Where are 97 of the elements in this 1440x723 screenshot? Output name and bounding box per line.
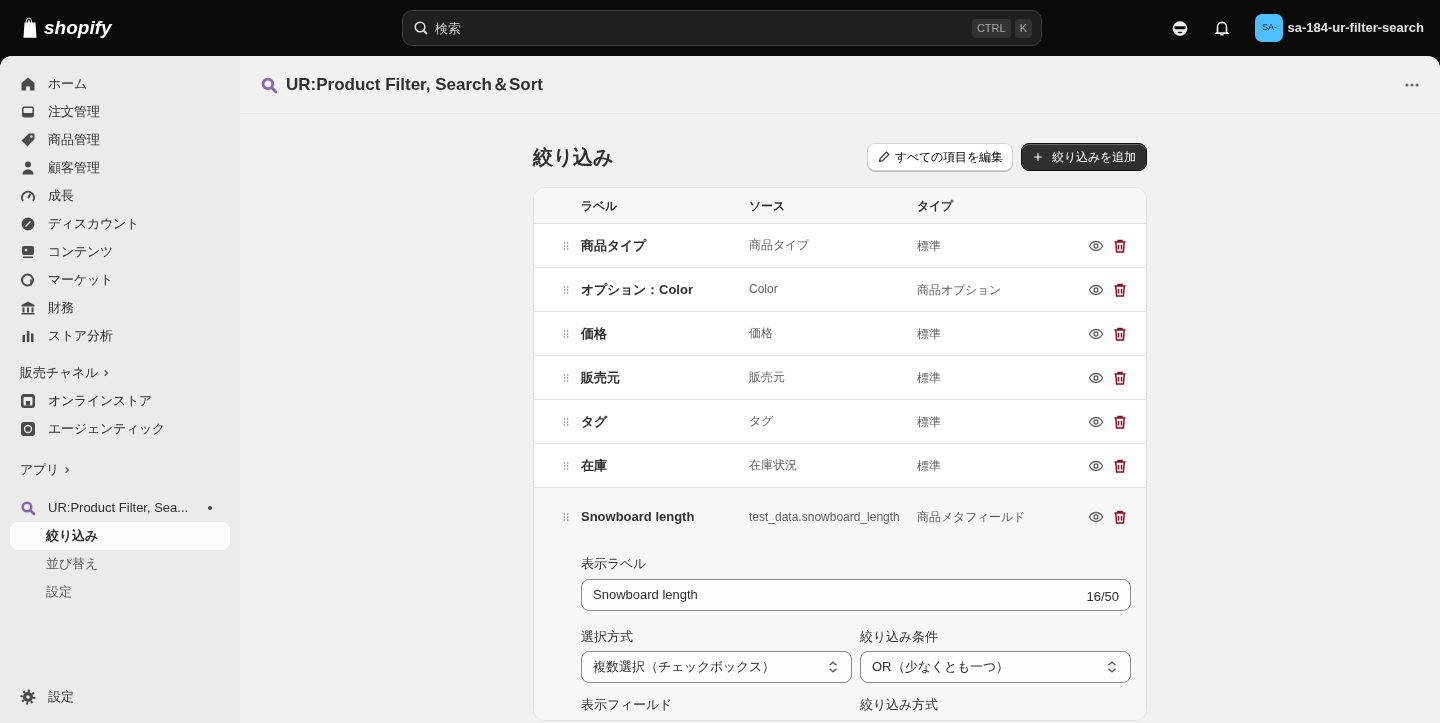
- delete-button[interactable]: [1112, 281, 1128, 298]
- nav-item[interactable]: 成長: [48, 186, 74, 206]
- tag-icon: [20, 132, 36, 148]
- trash-icon: [1112, 509, 1128, 525]
- filter-label: オプション：Color: [581, 281, 693, 297]
- filter-source: 商品タイプ: [749, 237, 811, 254]
- nav-item[interactable]: ホーム: [48, 74, 87, 94]
- add-filter-button[interactable]: 絞り込みを追加: [1021, 143, 1147, 171]
- nav-item[interactable]: エージェンティック: [48, 419, 165, 439]
- field-label: 表示フィールド: [581, 696, 673, 714]
- plus-icon: [1032, 151, 1044, 163]
- delete-button[interactable]: [1112, 237, 1128, 254]
- bank-icon: [20, 300, 36, 316]
- field-label: 絞り込み条件: [860, 627, 939, 646]
- up-down-caret-icon: [826, 660, 840, 674]
- filter-type: 標準: [917, 414, 941, 429]
- section-heading[interactable]: アプリ: [20, 460, 59, 480]
- nav-item[interactable]: 注文管理: [48, 102, 100, 122]
- search-icon: [413, 20, 429, 36]
- filter-label: 価格: [581, 325, 607, 341]
- delete-button[interactable]: [1112, 457, 1128, 474]
- filter-label: 在庫: [581, 457, 607, 473]
- trash-icon: [1112, 457, 1128, 474]
- bar-chart-icon: [20, 328, 36, 344]
- chevron-right-icon: [63, 465, 71, 475]
- delete-button[interactable]: [1112, 413, 1128, 430]
- subnav-item[interactable]: 並び替え: [10, 550, 230, 578]
- subnav-item[interactable]: 絞り込み: [10, 522, 230, 550]
- subnav-item[interactable]: 設定: [10, 578, 230, 606]
- filter-source: 価格: [749, 325, 774, 342]
- filter-type: 商品メタフィールド: [917, 510, 1025, 525]
- home-icon: [20, 76, 36, 92]
- filter-type: 商品オプション: [917, 282, 1001, 297]
- app-icon: [20, 500, 36, 516]
- field-label: 表示ラベル: [581, 555, 647, 573]
- filter-source: Color: [749, 281, 779, 298]
- shopify-wordmark[interactable]: shopify: [44, 13, 112, 43]
- nav-item[interactable]: マーケット: [48, 270, 113, 290]
- nav-item[interactable]: 商品管理: [48, 130, 100, 150]
- delete-button[interactable]: [1112, 509, 1128, 525]
- person-icon: [20, 160, 36, 176]
- app-title: UR:Product Filter, Search＆Sort: [286, 73, 543, 96]
- nav-item[interactable]: オンラインストア: [48, 391, 152, 411]
- chevron-right-icon: [102, 368, 110, 378]
- nav-item[interactable]: ディスカウント: [48, 214, 139, 234]
- trash-icon: [1112, 369, 1128, 386]
- filter-source: タグ: [749, 413, 774, 430]
- nav-item[interactable]: コンテンツ: [48, 242, 113, 262]
- nav-item[interactable]: 顧客管理: [48, 158, 100, 178]
- trash-icon: [1112, 325, 1128, 342]
- pencil-icon: [877, 150, 891, 164]
- nav-item[interactable]: 設定: [48, 687, 74, 707]
- filter-label: Snowboard length: [581, 509, 695, 525]
- filter-source: 在庫状況: [749, 457, 798, 474]
- filter-type: 標準: [917, 326, 941, 341]
- filter-label: 販売元: [581, 369, 620, 385]
- field-label: 選択方式: [581, 627, 634, 646]
- filter-type: 標準: [917, 370, 941, 385]
- inbox-icon: [20, 104, 36, 120]
- app-logo-icon: [260, 75, 278, 94]
- bell-icon: [1213, 19, 1232, 37]
- shopping-bag-icon: [20, 16, 40, 40]
- keyboard-key: CTRL: [971, 19, 1011, 38]
- column-header: ラベル: [581, 198, 617, 213]
- select-field[interactable]: 複数選択（チェックボックス）: [581, 651, 852, 683]
- filter-source: 販売元: [749, 369, 786, 386]
- monitor-icon: [20, 244, 36, 260]
- character-counter: 16/50: [1086, 587, 1119, 606]
- delete-button[interactable]: [1112, 369, 1128, 386]
- trash-icon: [1112, 281, 1128, 298]
- nav-item[interactable]: 財務: [48, 298, 74, 318]
- store-name[interactable]: sa-184-ur-filter-search: [1287, 18, 1424, 38]
- eye-icon: [1088, 509, 1104, 525]
- delete-button[interactable]: [1112, 325, 1128, 342]
- column-header: ソース: [749, 198, 785, 213]
- nav-item[interactable]: ストア分析: [48, 326, 113, 346]
- field-label: 絞り込み方式: [860, 696, 939, 714]
- page-heading: 絞り込み: [533, 145, 613, 170]
- store-avatar[interactable]: SA-: [1255, 14, 1284, 42]
- gauge-icon: [20, 188, 36, 204]
- column-header: タイプ: [917, 198, 953, 213]
- app-name[interactable]: UR:Product Filter, Sea...: [48, 498, 196, 518]
- filter-source: test_data.snowboard_length: [749, 508, 901, 526]
- filter-type: 標準: [917, 238, 941, 253]
- pin-dot-icon: [208, 506, 212, 510]
- section-heading[interactable]: 販売チャネル: [20, 363, 98, 383]
- filter-label: タグ: [581, 413, 607, 429]
- visibility-toggle[interactable]: [1088, 509, 1104, 525]
- settings-icon: [20, 689, 36, 705]
- storefront-icon: [20, 393, 36, 409]
- trash-icon: [1112, 237, 1128, 254]
- trash-icon: [1112, 413, 1128, 430]
- filter-label: 商品タイプ: [581, 237, 646, 253]
- up-down-caret-icon: [1105, 660, 1119, 674]
- edit-all-button[interactable]: すべての項目を編集: [867, 143, 1013, 171]
- select-field[interactable]: OR（少なくとも一つ）: [860, 651, 1131, 683]
- filter-type: 標準: [917, 458, 941, 473]
